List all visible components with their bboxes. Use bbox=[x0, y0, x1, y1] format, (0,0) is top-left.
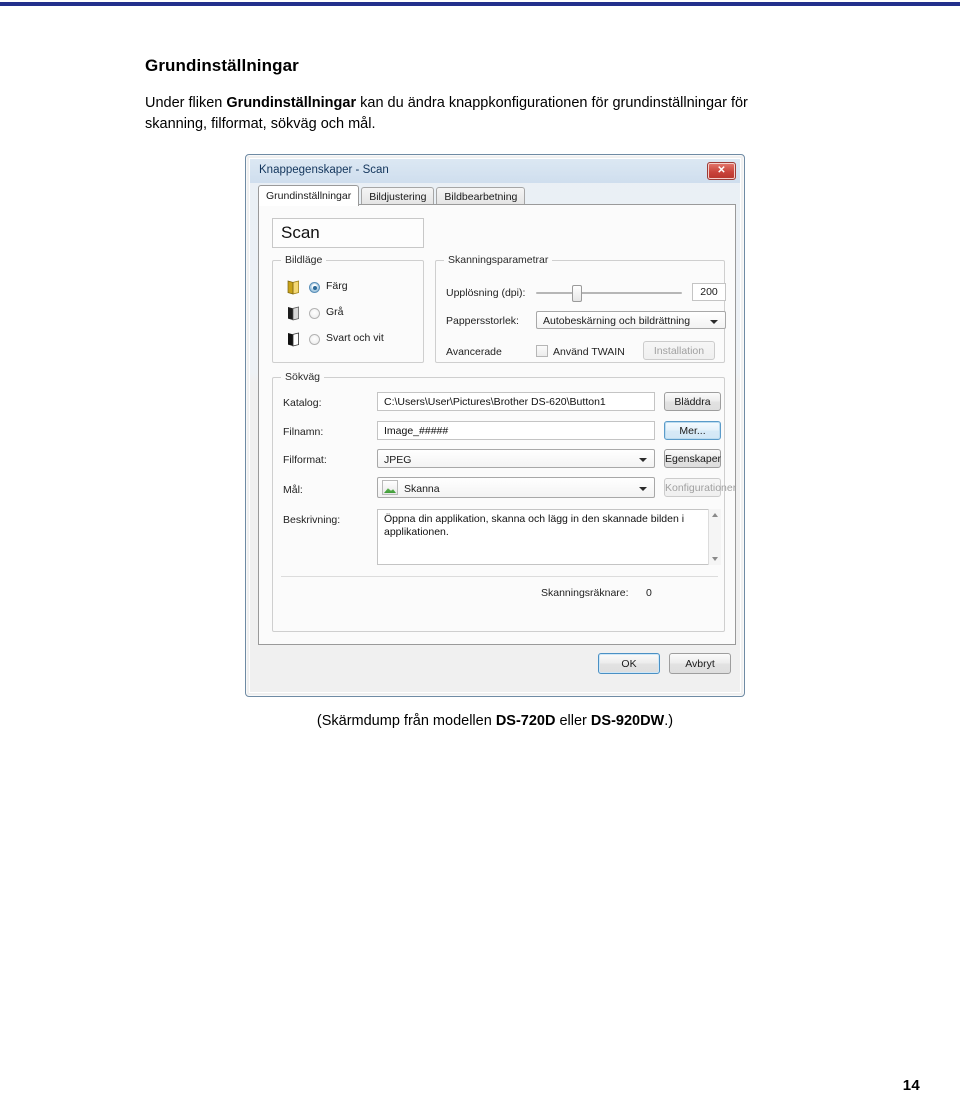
path-group: Sökväg Katalog: C:\Users\User\Pictures\B… bbox=[272, 371, 736, 632]
scan-counter-value: 0 bbox=[646, 587, 652, 599]
page-top-rule bbox=[0, 2, 960, 6]
install-button[interactable]: Installation bbox=[643, 341, 715, 360]
resolution-value-field[interactable]: 200 bbox=[692, 283, 726, 301]
figure-caption: (Skärmdump från modellen DS-720D eller D… bbox=[145, 713, 845, 729]
folder-input[interactable]: C:\Users\User\Pictures\Brother DS-620\Bu… bbox=[377, 392, 655, 411]
ok-button[interactable]: OK bbox=[598, 653, 660, 674]
tab-page-grundinstallningar: Scan Bildläge Färg Grå Svart och vit Ska… bbox=[258, 204, 736, 645]
description-scrollbar[interactable] bbox=[708, 509, 721, 565]
dialog-titlebar[interactable]: Knappegenskaper - Scan ✕ bbox=[250, 159, 740, 183]
intro-paragraph: Under fliken Grundinställningar kan du ä… bbox=[145, 93, 805, 135]
destination-value: Skanna bbox=[404, 483, 440, 495]
dialog-title: Knappegenskaper - Scan bbox=[259, 164, 389, 176]
image-mode-label-bw: Svart och vit bbox=[326, 332, 384, 344]
intro-bold-term: Grundinställningar bbox=[226, 95, 357, 111]
close-icon[interactable]: ✕ bbox=[707, 162, 736, 180]
radio-color[interactable] bbox=[309, 282, 320, 293]
gray-book-icon bbox=[288, 306, 299, 321]
radio-gray[interactable] bbox=[309, 308, 320, 319]
slider-track bbox=[536, 292, 682, 294]
tab-strip: Grundinställningar Bildjustering Bildbearb… bbox=[258, 185, 527, 206]
more-button[interactable]: Mer... bbox=[664, 421, 721, 440]
image-mode-option-color[interactable]: Färg bbox=[287, 279, 417, 297]
advanced-label: Avancerade bbox=[446, 346, 502, 358]
folder-label: Katalog: bbox=[283, 397, 322, 409]
twain-checkbox[interactable] bbox=[536, 345, 548, 357]
image-mode-group: Bildläge Färg Grå Svart och vit bbox=[272, 254, 424, 363]
fileformat-value: JPEG bbox=[384, 454, 412, 466]
cancel-button[interactable]: Avbryt bbox=[669, 653, 731, 674]
page-title: Grundinställningar bbox=[145, 56, 299, 75]
paper-size-label: Pappersstorlek: bbox=[446, 315, 519, 327]
section-divider bbox=[281, 576, 718, 577]
filename-input[interactable]: Image_##### bbox=[377, 421, 655, 440]
scan-name-value: Scan bbox=[281, 223, 320, 242]
destination-label: Mål: bbox=[283, 484, 303, 496]
path-group-label: Sökväg bbox=[281, 371, 325, 383]
browse-button[interactable]: Bläddra bbox=[664, 392, 721, 411]
description-textarea[interactable]: Öppna din applikation, skanna och lägg i… bbox=[377, 509, 721, 565]
image-mode-group-label: Bildläge bbox=[281, 254, 327, 266]
scan-parameters-group: Skanningsparametrar Upplösning (dpi): 20… bbox=[435, 254, 726, 363]
caption-text-2: eller bbox=[555, 713, 591, 729]
image-mode-label-gray: Grå bbox=[326, 306, 344, 318]
button-properties-dialog: Knappegenskaper - Scan ✕ Grundinställnin… bbox=[245, 154, 745, 697]
scroll-down-icon[interactable] bbox=[712, 557, 718, 561]
image-mode-option-gray[interactable]: Grå bbox=[287, 305, 417, 323]
scroll-up-icon[interactable] bbox=[712, 513, 718, 517]
resolution-label: Upplösning (dpi): bbox=[446, 287, 526, 299]
caption-text-3: .) bbox=[664, 713, 674, 729]
fileformat-combo[interactable]: JPEG bbox=[377, 449, 655, 468]
paper-size-combo[interactable]: Autobeskärning och bildrättning bbox=[536, 311, 726, 329]
caption-model-2: DS-920DW bbox=[590, 713, 665, 729]
chevron-down-icon bbox=[639, 487, 647, 491]
properties-button[interactable]: Egenskaper bbox=[664, 449, 721, 468]
slider-thumb[interactable] bbox=[572, 285, 582, 302]
intro-text-1: Under fliken bbox=[145, 95, 227, 111]
chevron-down-icon bbox=[639, 458, 647, 462]
picture-icon bbox=[382, 480, 398, 495]
configurations-button[interactable]: Konfigurationer bbox=[664, 478, 736, 497]
description-label: Beskrivning: bbox=[283, 514, 341, 526]
resolution-slider[interactable] bbox=[536, 285, 682, 302]
scan-counter-label: Skanningsräknare: bbox=[541, 587, 629, 599]
twain-label: Använd TWAIN bbox=[553, 346, 625, 358]
page-number: 14 bbox=[902, 1077, 920, 1094]
caption-model-1: DS-720D bbox=[495, 713, 556, 729]
radio-bw[interactable] bbox=[309, 334, 320, 345]
image-mode-option-bw[interactable]: Svart och vit bbox=[287, 331, 417, 349]
bw-book-icon bbox=[288, 332, 299, 347]
chevron-down-icon bbox=[710, 320, 718, 324]
scan-name-field[interactable]: Scan bbox=[272, 218, 424, 248]
paper-size-value: Autobeskärning och bildrättning bbox=[543, 315, 691, 327]
caption-text-1: (Skärmdump från modellen bbox=[316, 713, 496, 729]
destination-combo[interactable]: Skanna bbox=[377, 477, 655, 498]
color-book-icon bbox=[287, 280, 299, 295]
tab-grundinstallningar[interactable]: Grundinställningar bbox=[258, 185, 360, 206]
image-mode-label-color: Färg bbox=[326, 280, 348, 292]
filename-label: Filnamn: bbox=[283, 426, 324, 438]
scan-parameters-group-label: Skanningsparametrar bbox=[444, 254, 553, 266]
fileformat-label: Filformat: bbox=[283, 454, 327, 466]
dialog-inner: Knappegenskaper - Scan ✕ Grundinställnin… bbox=[249, 158, 741, 693]
